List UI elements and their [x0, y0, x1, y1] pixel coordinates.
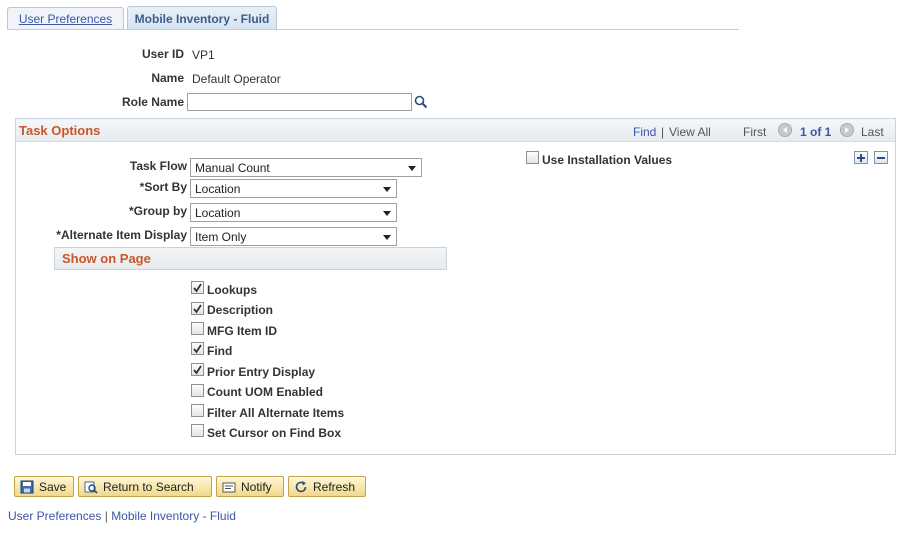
- lookups-label: Lookups: [207, 283, 257, 297]
- set-cursor-on-find-box-checkbox[interactable]: [191, 424, 204, 437]
- group-by-select[interactable]: Location: [190, 203, 397, 222]
- row-range: 1 of 1: [800, 125, 832, 139]
- previous-row-icon[interactable]: [778, 123, 792, 137]
- prior-entry-display-checkbox[interactable]: [191, 363, 204, 376]
- sort-by-value: Location: [195, 181, 241, 196]
- lookup-icon[interactable]: [414, 95, 428, 109]
- delete-row-button[interactable]: [874, 151, 888, 164]
- chevron-down-icon: [383, 235, 391, 240]
- save-button[interactable]: Save: [14, 476, 74, 497]
- use-installation-values-label: Use Installation Values: [542, 153, 673, 167]
- group-by-value: Location: [195, 205, 241, 220]
- description-label: Description: [207, 303, 274, 317]
- prior-entry-display-label: Prior Entry Display: [207, 365, 316, 379]
- refresh-button[interactable]: Refresh: [288, 476, 366, 497]
- role-name-input[interactable]: [187, 93, 412, 111]
- first-label[interactable]: First: [743, 125, 766, 139]
- description-checkbox[interactable]: [191, 302, 204, 315]
- alternate-item-display-select[interactable]: Item Only: [190, 227, 397, 246]
- use-installation-values-checkbox[interactable]: [526, 151, 539, 164]
- sort-by-label: *Sort By: [139, 180, 187, 194]
- user-id-label: User ID: [141, 47, 184, 61]
- nav-separator: |: [661, 125, 665, 139]
- find-link[interactable]: Find: [633, 125, 656, 139]
- chevron-down-icon: [383, 211, 391, 216]
- notify-icon: [222, 482, 236, 492]
- group-by-label: *Group by: [128, 204, 187, 218]
- return-to-search-icon: [84, 481, 98, 494]
- name-value: Default Operator: [192, 72, 281, 86]
- refresh-label: Refresh: [313, 479, 356, 494]
- notify-label: Notify: [241, 479, 272, 494]
- tab-divider: [7, 29, 739, 30]
- filter-all-alternate-items-checkbox[interactable]: [191, 404, 204, 417]
- return-to-search-label: Return to Search: [103, 479, 194, 494]
- chevron-down-icon: [383, 187, 391, 192]
- task-flow-value: Manual Count: [195, 160, 270, 175]
- set-cursor-on-find-box-label: Set Cursor on Find Box: [207, 426, 342, 440]
- next-row-icon[interactable]: [840, 123, 854, 137]
- mfg-item-id-checkbox[interactable]: [191, 322, 204, 335]
- save-icon: [20, 480, 34, 493]
- return-to-search-button[interactable]: Return to Search: [78, 476, 212, 497]
- task-flow-label: Task Flow: [129, 159, 187, 173]
- name-label: Name: [151, 71, 184, 85]
- sort-by-select[interactable]: Location: [190, 179, 397, 198]
- add-row-button[interactable]: [854, 151, 868, 164]
- alternate-item-display-value: Item Only: [195, 229, 247, 244]
- notify-button[interactable]: Notify: [216, 476, 284, 497]
- footer-separator: |: [104, 509, 108, 523]
- role-name-label: Role Name: [121, 95, 184, 109]
- count-uom-enabled-label: Count UOM Enabled: [207, 385, 323, 399]
- last-label[interactable]: Last: [861, 125, 884, 139]
- alternate-item-display-label: *Alternate Item Display: [56, 228, 187, 242]
- tab-user-preferences[interactable]: User Preferences: [7, 7, 124, 30]
- find-checkbox[interactable]: [191, 342, 204, 355]
- footer-mobile-inventory-fluid-link[interactable]: Mobile Inventory - Fluid: [111, 509, 236, 523]
- view-all-link[interactable]: View All: [669, 125, 711, 139]
- user-id-value: VP1: [192, 48, 215, 62]
- task-options-title: Task Options: [19, 123, 101, 138]
- footer-user-preferences-link[interactable]: User Preferences: [8, 509, 101, 523]
- filter-all-alternate-items-label: Filter All Alternate Items: [207, 406, 345, 420]
- save-label: Save: [39, 479, 67, 494]
- count-uom-enabled-checkbox[interactable]: [191, 384, 204, 397]
- tab-mobile-inventory-fluid[interactable]: Mobile Inventory - Fluid: [127, 6, 277, 30]
- find-label: Find: [207, 344, 233, 358]
- lookups-checkbox[interactable]: [191, 281, 204, 294]
- footer-links: User Preferences | Mobile Inventory - Fl…: [8, 509, 236, 523]
- mfg-item-id-label: MFG Item ID: [207, 324, 278, 338]
- task-flow-select[interactable]: Manual Count: [190, 158, 422, 177]
- show-on-page-title: Show on Page: [62, 251, 151, 266]
- chevron-down-icon: [408, 166, 416, 171]
- refresh-icon: [295, 480, 307, 492]
